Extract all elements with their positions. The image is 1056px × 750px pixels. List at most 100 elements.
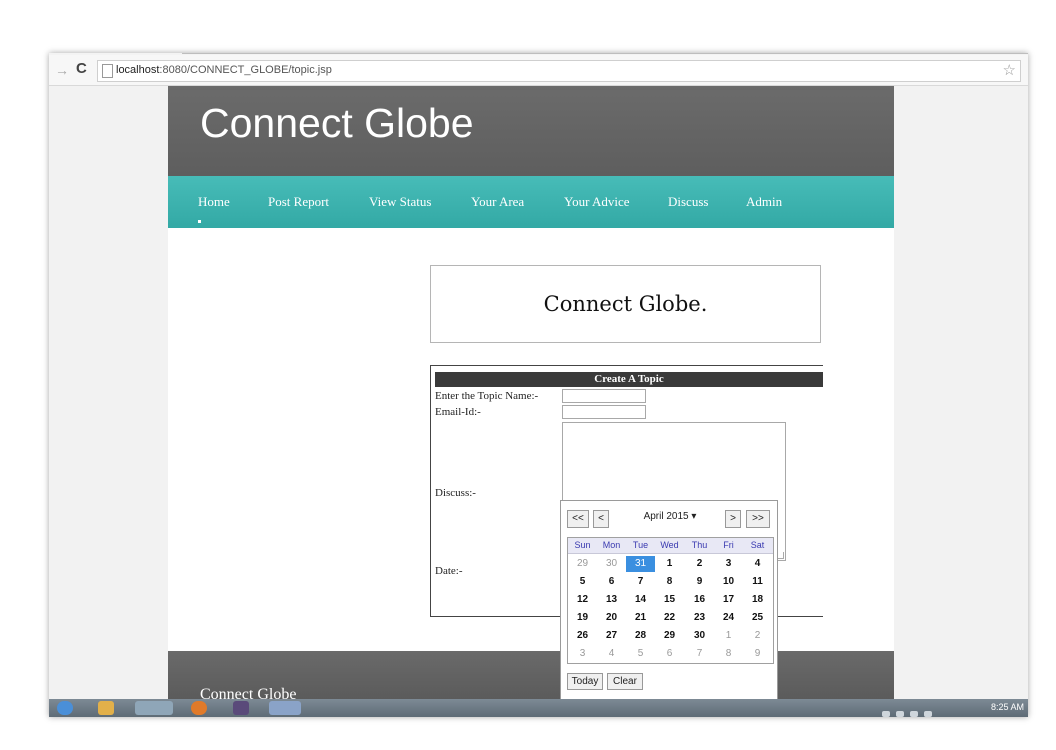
calendar-day[interactable]: 7 [626, 574, 655, 590]
discuss-label: Discuss:- [435, 487, 476, 499]
url-field[interactable]: localhost:8080/CONNECT_GLOBE/topic.jsp ☆ [97, 60, 1021, 82]
calendar-day[interactable]: 5 [626, 646, 655, 662]
prev-year-button[interactable]: << [567, 510, 589, 528]
calendar-day[interactable]: 31 [626, 556, 655, 572]
tray-icon[interactable] [896, 711, 904, 717]
site-container: Connect Globe Home Post Report View Stat… [168, 86, 894, 703]
url-host: localhost [116, 64, 160, 76]
tray-icon[interactable] [924, 711, 932, 717]
topic-name-label: Enter the Topic Name:- [435, 390, 539, 402]
forward-icon[interactable]: → [55, 62, 69, 78]
nav-admin[interactable]: Admin [746, 194, 782, 210]
email-input[interactable] [562, 405, 646, 419]
nav-view-status[interactable]: View Status [369, 194, 431, 210]
form-heading: Create A Topic [435, 372, 823, 387]
topic-name-input[interactable] [562, 389, 646, 403]
calendar-day[interactable]: 20 [597, 610, 626, 626]
calendar-day[interactable]: 9 [685, 574, 714, 590]
explorer-icon[interactable] [98, 701, 114, 715]
calendar-day[interactable]: 26 [568, 628, 597, 644]
clear-button[interactable]: Clear [607, 673, 643, 690]
firefox-icon[interactable] [191, 701, 207, 715]
calendar-day[interactable]: 3 [568, 646, 597, 662]
calendar-day[interactable]: 12 [568, 592, 597, 608]
calendar-day[interactable]: 1 [655, 556, 684, 572]
calendar-day[interactable]: 6 [597, 574, 626, 590]
calendar-day[interactable]: 7 [685, 646, 714, 662]
calendar-day[interactable]: 9 [743, 646, 772, 662]
weekday-label: Sat [750, 540, 765, 550]
chrome-taskbar-icon[interactable] [135, 701, 173, 715]
banner-title: Connect Globe. [543, 292, 708, 316]
nav-home[interactable]: Home [198, 194, 230, 210]
tray-icon[interactable] [882, 711, 890, 717]
calendar-day[interactable]: 19 [568, 610, 597, 626]
calendar-day[interactable]: 29 [568, 556, 597, 572]
nav-your-area[interactable]: Your Area [471, 194, 524, 210]
date-label: Date:- [435, 565, 463, 577]
calendar-day[interactable]: 17 [714, 592, 743, 608]
calendar-day[interactable]: 6 [655, 646, 684, 662]
calendar-day[interactable]: 11 [743, 574, 772, 590]
calendar-day[interactable]: 14 [626, 592, 655, 608]
calendar-day[interactable]: 28 [626, 628, 655, 644]
calendar-day[interactable]: 2 [685, 556, 714, 572]
page-icon [102, 64, 113, 78]
calendar-day[interactable]: 10 [714, 574, 743, 590]
site-logo[interactable]: Connect Globe [200, 100, 474, 147]
calendar-day[interactable]: 24 [714, 610, 743, 626]
calendar-day[interactable]: 4 [597, 646, 626, 662]
tab-strip-line [182, 53, 1028, 54]
site-header: Connect Globe [168, 86, 894, 176]
calendar-day[interactable]: 27 [597, 628, 626, 644]
reload-icon[interactable]: C [76, 60, 87, 77]
browser-window: → C localhost:8080/CONNECT_GLOBE/topic.j… [49, 53, 1028, 717]
weekday-label: Fri [723, 540, 734, 550]
calendar-day[interactable]: 2 [743, 628, 772, 644]
prev-month-button[interactable]: < [593, 510, 609, 528]
address-bar: → C localhost:8080/CONNECT_GLOBE/topic.j… [49, 55, 1028, 86]
nav-discuss[interactable]: Discuss [668, 194, 708, 210]
weekday-header: Sun Mon Tue Wed Thu Fri Sat [568, 538, 773, 554]
calendar-day[interactable]: 8 [655, 574, 684, 590]
app-icon[interactable] [233, 701, 249, 715]
page-viewport: Connect Globe Home Post Report View Stat… [49, 86, 1028, 703]
tray-icon[interactable] [910, 711, 918, 717]
taskbar: 8:25 AM [49, 699, 1028, 717]
month-selector[interactable]: April 2015 ▾ [635, 511, 705, 522]
bookmark-star-icon[interactable]: ☆ [1003, 61, 1016, 79]
weekday-label: Tue [632, 540, 649, 550]
calendar-day[interactable]: 29 [655, 628, 684, 644]
weekday-label: Wed [660, 540, 679, 550]
start-button-icon[interactable] [57, 701, 73, 715]
next-month-button[interactable]: > [725, 510, 741, 528]
url-text: localhost:8080/CONNECT_GLOBE/topic.jsp [116, 64, 332, 76]
calendar-day[interactable]: 25 [743, 610, 772, 626]
nav-post-report[interactable]: Post Report [268, 194, 329, 210]
calendar-day[interactable]: 30 [597, 556, 626, 572]
ie-taskbar-icon[interactable] [269, 701, 301, 715]
calendar-day[interactable]: 3 [714, 556, 743, 572]
site-footer: Connect Globe [168, 651, 894, 703]
calendar-day[interactable]: 23 [685, 610, 714, 626]
clock[interactable]: 8:25 AM [991, 702, 1024, 712]
calendar-day[interactable]: 21 [626, 610, 655, 626]
calendar-day[interactable]: 15 [655, 592, 684, 608]
calendar-day[interactable]: 22 [655, 610, 684, 626]
resize-grip-icon[interactable] [777, 552, 784, 559]
calendar-grid: Sun Mon Tue Wed Thu Fri Sat 29 30 31 1 2 3 4 5 6 7 8 9 10 1… [567, 537, 774, 664]
calendar-day[interactable]: 8 [714, 646, 743, 662]
calendar-day[interactable]: 16 [685, 592, 714, 608]
calendar-day[interactable]: 1 [714, 628, 743, 644]
calendar-day[interactable]: 30 [685, 628, 714, 644]
next-year-button[interactable]: >> [746, 510, 770, 528]
today-button[interactable]: Today [567, 673, 603, 690]
nav-your-advice[interactable]: Your Advice [564, 194, 630, 210]
calendar-day[interactable]: 18 [743, 592, 772, 608]
weekday-label: Thu [691, 540, 708, 550]
email-label: Email-Id:- [435, 406, 481, 418]
calendar-day[interactable]: 13 [597, 592, 626, 608]
weekday-label: Mon [602, 540, 621, 550]
calendar-day[interactable]: 4 [743, 556, 772, 572]
calendar-day[interactable]: 5 [568, 574, 597, 590]
